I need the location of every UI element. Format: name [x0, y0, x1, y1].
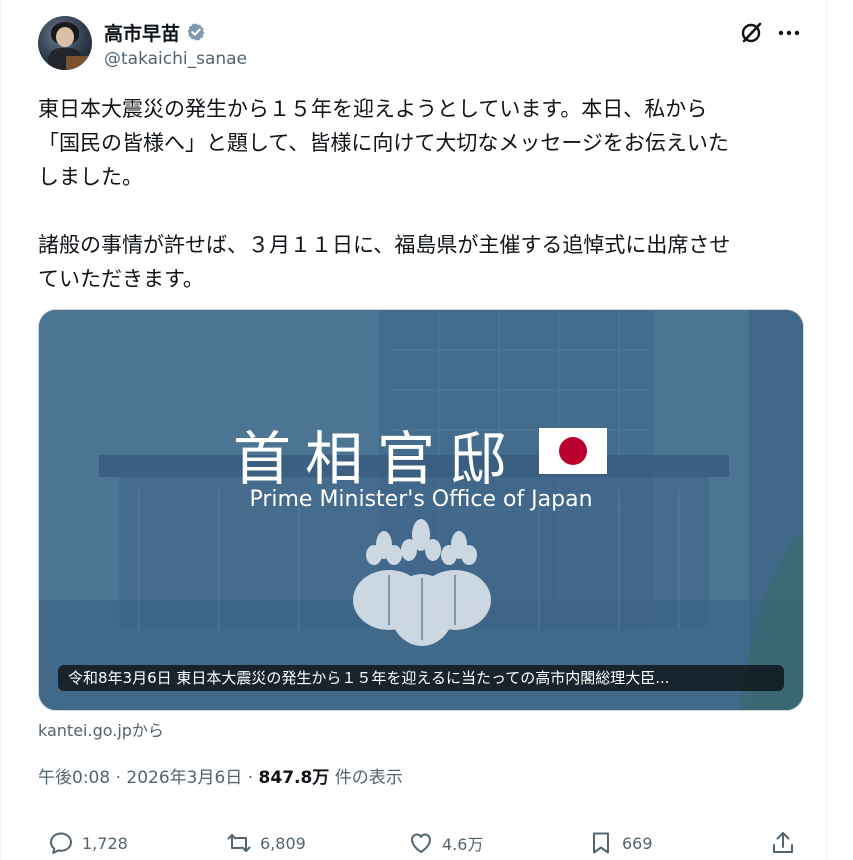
action-bar: 1,728 6,809 4.6万 669 — [38, 828, 810, 858]
card-logo-kanji: 首相官邸 — [233, 425, 521, 493]
reply-button[interactable]: 1,728 — [48, 828, 128, 858]
post-date[interactable]: 2026年3月6日 — [126, 768, 242, 788]
card-logo-english: Prime Minister's Office of Japan — [249, 487, 592, 512]
left-border — [0, 0, 1, 860]
post-header: 高市早苗 @takaichi_sanae — [38, 14, 810, 72]
like-button[interactable]: 4.6万 — [408, 828, 483, 858]
post-time[interactable]: 午後0:08 — [38, 768, 110, 788]
grok-icon[interactable] — [738, 20, 764, 46]
post: 高市早苗 @takaichi_sanae 東日本大震災の発生から１５年を迎えよう… — [38, 0, 810, 860]
repost-count: 6,809 — [260, 833, 306, 853]
like-icon — [411, 833, 431, 853]
japan-flag-disc — [559, 437, 587, 465]
handle[interactable]: @takaichi_sanae — [104, 49, 247, 69]
post-paragraph-1-line-1: 東日本大震災の発生から１５年を迎えようとしています。本日、私から — [38, 97, 708, 121]
name-row: 高市早苗 — [104, 19, 206, 46]
meta-separator-1: · — [115, 768, 121, 788]
card-title[interactable]: 令和8年3月6日 東日本大震災の発生から１５年を迎えるに当たっての高市内閣総理大… — [58, 665, 784, 691]
share-icon — [773, 832, 793, 853]
verified-icon — [187, 23, 205, 41]
bookmark-icon — [593, 832, 609, 854]
post-paragraph-1-line-2: 「国民の皆様へ」と題して、皆様に向けて大切なメッセージをお伝えいた — [38, 131, 729, 155]
post-paragraph-2-line-1: 諸般の事情が許せば、３月１１日に、福島県が主催する追悼式に出席させ — [38, 233, 731, 257]
card-image: 首相官邸 Prime Minister's Office of Japan — [39, 310, 803, 710]
avatar-podium — [66, 56, 92, 70]
share-button[interactable] — [770, 828, 796, 858]
meta-separator-2: · — [247, 768, 254, 788]
bookmark-button[interactable]: 669 — [588, 828, 653, 858]
post-meta: 午後0:08 · 2026年3月6日 · 847.8万 件の表示 — [38, 763, 403, 788]
repost-button[interactable]: 6,809 — [226, 828, 306, 858]
link-card[interactable]: 首相官邸 Prime Minister's Office of Japan — [38, 309, 804, 711]
post-text: 東日本大震災の発生から１５年を迎えようとしています。本日、私から 「国民の皆様へ… — [38, 92, 810, 296]
avatar[interactable] — [38, 16, 92, 70]
avatar-figure-face — [56, 27, 74, 47]
reply-count: 1,728 — [82, 833, 128, 853]
more-icon[interactable] — [776, 20, 802, 46]
display-name[interactable]: 高市早苗 — [104, 19, 180, 46]
post-paragraph-1-line-3: しました。 — [38, 165, 143, 189]
like-count: 4.6万 — [442, 835, 484, 854]
views-label: 件の表示 — [334, 768, 403, 788]
post-paragraph-2-line-2: ていただきます。 — [38, 267, 204, 291]
reply-icon — [50, 832, 72, 854]
repost-icon — [227, 834, 251, 852]
views-count: 847.8万 — [258, 768, 330, 788]
bookmark-count: 669 — [622, 833, 653, 853]
card-source[interactable]: kantei.go.jpから — [38, 717, 164, 741]
right-border — [827, 0, 828, 860]
